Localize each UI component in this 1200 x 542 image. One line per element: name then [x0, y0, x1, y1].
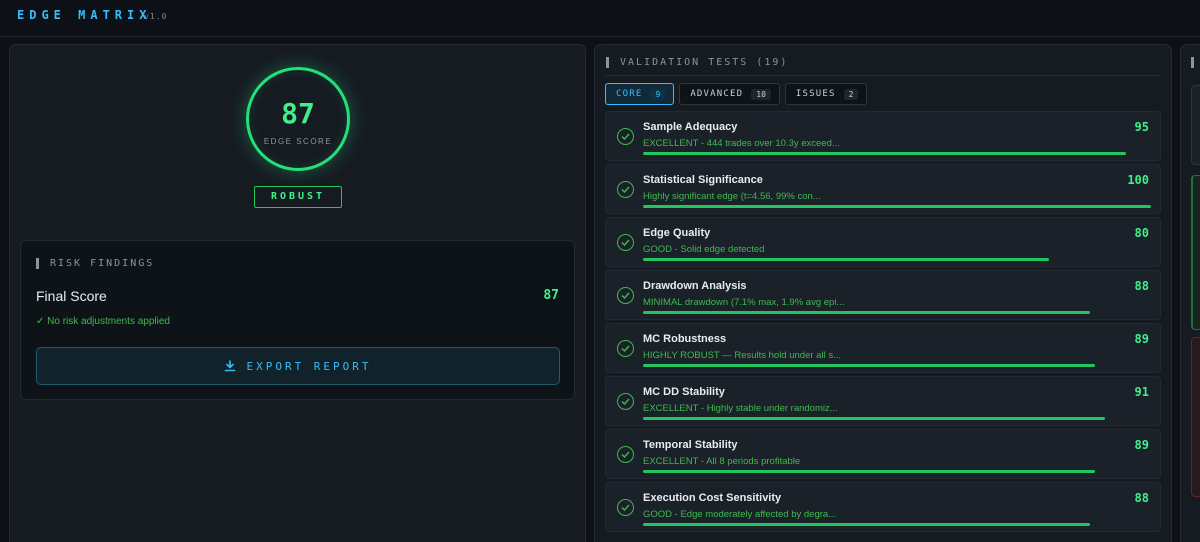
test-row[interactable]: Drawdown Analysis MINIMAL drawdown (7.1%… — [605, 270, 1161, 320]
test-score: 100 — [1127, 173, 1149, 187]
test-name: Sample Adequacy — [643, 121, 738, 133]
test-name: MC Robustness — [643, 333, 727, 345]
validation-tests-panel: VALIDATION TESTS (19) CORE 9 ADVANCED 10… — [594, 44, 1172, 542]
section-marker — [36, 258, 39, 269]
risk-adjustment-note: ✓ No risk adjustments applied — [36, 316, 170, 327]
test-score: 91 — [1134, 385, 1149, 399]
test-description: Highly significant edge (t=4.56, 99% con… — [643, 191, 821, 202]
test-score: 89 — [1134, 438, 1149, 452]
export-report-button[interactable]: EXPORT REPORT — [36, 347, 560, 385]
score-bar — [643, 152, 1151, 155]
tab-core-count: 9 — [650, 88, 666, 100]
check-circle-icon — [617, 287, 634, 304]
score-bar — [643, 205, 1151, 208]
score-bar-fill — [643, 205, 1151, 208]
tab-core-label: CORE — [616, 89, 643, 99]
test-score: 88 — [1134, 279, 1149, 293]
test-name: Execution Cost Sensitivity — [643, 492, 782, 504]
test-name: Temporal Stability — [643, 439, 738, 451]
export-report-label: EXPORT REPORT — [246, 359, 372, 373]
edge-score-ring: 87 EDGE SCORE — [246, 67, 350, 171]
score-bar — [643, 311, 1151, 314]
app-version: v1.0 — [144, 12, 168, 21]
risk-findings-title: RISK FINDINGS — [50, 258, 155, 269]
score-bar — [643, 470, 1151, 473]
score-bar-fill — [643, 152, 1126, 155]
download-icon — [224, 360, 236, 372]
check-circle-icon — [617, 128, 634, 145]
divider — [605, 75, 1161, 76]
score-bar-fill — [643, 470, 1096, 473]
app-title: EDGE MATRIX — [17, 8, 152, 22]
score-bar — [643, 417, 1151, 420]
check-circle-icon — [617, 446, 634, 463]
tab-advanced-count: 10 — [751, 88, 771, 100]
right-panel-card — [1191, 175, 1200, 330]
test-description: EXCELLENT - All 8 periods profitable — [643, 456, 801, 467]
test-score: 88 — [1134, 491, 1149, 505]
test-row[interactable]: MC DD Stability EXCELLENT - Highly stabl… — [605, 376, 1161, 426]
test-row[interactable]: Temporal Stability EXCELLENT - All 8 per… — [605, 429, 1161, 479]
test-description: GOOD - Edge moderately affected by degra… — [643, 509, 837, 520]
rating-badge: ROBUST — [254, 186, 342, 208]
tab-issues[interactable]: ISSUES 2 — [784, 83, 868, 105]
tab-advanced[interactable]: ADVANCED 10 — [679, 83, 780, 105]
check-circle-icon — [617, 181, 634, 198]
check-circle-icon — [617, 499, 634, 516]
score-panel: 87 EDGE SCORE ROBUST RISK FINDINGS Final… — [9, 44, 586, 542]
validation-tests-title: VALIDATION TESTS (19) — [620, 57, 789, 68]
test-description: EXCELLENT - 444 trades over 10.3y exceed… — [643, 138, 840, 149]
score-bar — [643, 258, 1151, 261]
test-name: Drawdown Analysis — [643, 280, 747, 292]
test-name: Statistical Significance — [643, 174, 763, 186]
tab-issues-label: ISSUES — [795, 89, 836, 99]
score-bar-fill — [643, 311, 1091, 314]
test-list: Sample Adequacy EXCELLENT - 444 trades o… — [605, 111, 1161, 535]
test-description: EXCELLENT - Highly stable under randomiz… — [643, 403, 838, 414]
score-bar-fill — [643, 523, 1091, 526]
score-bar — [643, 523, 1151, 526]
right-panel-card — [1191, 85, 1200, 165]
tab-issues-count: 2 — [843, 88, 859, 100]
score-bar-fill — [643, 417, 1106, 420]
test-row[interactable]: Execution Cost Sensitivity GOOD - Edge m… — [605, 482, 1161, 532]
test-category-tabs: CORE 9 ADVANCED 10 ISSUES 2 — [605, 83, 868, 105]
right-panel-card — [1191, 337, 1200, 497]
test-score: 80 — [1134, 226, 1149, 240]
test-score: 89 — [1134, 332, 1149, 346]
test-row[interactable]: Sample Adequacy EXCELLENT - 444 trades o… — [605, 111, 1161, 161]
test-row[interactable]: Edge Quality GOOD - Solid edge detected … — [605, 217, 1161, 267]
test-score: 95 — [1134, 120, 1149, 134]
top-bar: EDGE MATRIX v1.0 — [0, 0, 1200, 37]
tab-core[interactable]: CORE 9 — [605, 83, 675, 105]
section-marker — [1191, 57, 1194, 68]
check-circle-icon — [617, 340, 634, 357]
check-circle-icon — [617, 234, 634, 251]
check-circle-icon — [617, 393, 634, 410]
score-bar-fill — [643, 258, 1050, 261]
score-bar — [643, 364, 1151, 367]
risk-findings-card: RISK FINDINGS Final Score 87 ✓ No risk a… — [20, 240, 575, 400]
test-name: Edge Quality — [643, 227, 711, 239]
edge-score-label: EDGE SCORE — [263, 137, 333, 146]
test-name: MC DD Stability — [643, 386, 725, 398]
final-score-label: Final Score — [36, 288, 107, 304]
test-row[interactable]: MC Robustness HIGHLY ROBUST — Results ho… — [605, 323, 1161, 373]
test-description: GOOD - Solid edge detected — [643, 244, 765, 255]
right-panel — [1180, 44, 1200, 542]
tab-advanced-label: ADVANCED — [690, 89, 744, 99]
test-description: MINIMAL drawdown (7.1% max, 1.9% avg epi… — [643, 297, 845, 308]
final-score-value: 87 — [543, 288, 559, 303]
edge-score-value: 87 — [281, 97, 315, 130]
test-row[interactable]: Statistical Significance Highly signific… — [605, 164, 1161, 214]
section-marker — [606, 57, 609, 68]
score-bar-fill — [643, 364, 1096, 367]
test-description: HIGHLY ROBUST — Results hold under all s… — [643, 350, 841, 361]
